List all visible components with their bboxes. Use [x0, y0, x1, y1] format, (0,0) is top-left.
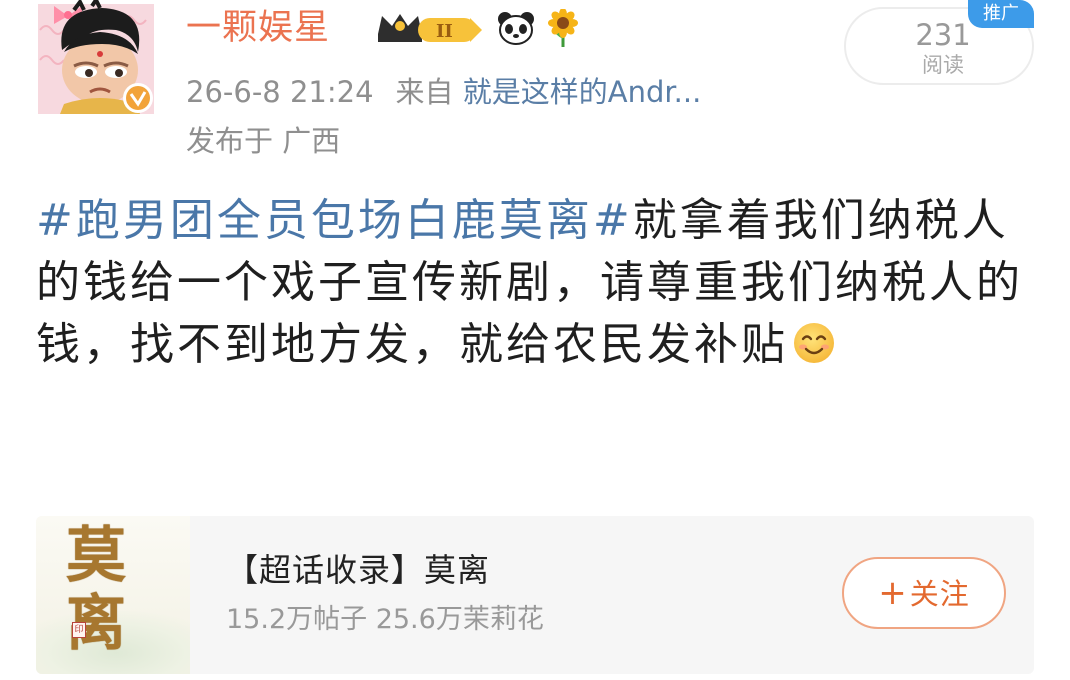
- post-text: #跑男团全员包场白鹿莫离#就拿着我们纳税人的钱给一个戏子宣传新剧，请尊重我们纳税…: [36, 190, 1046, 376]
- smile-emoji-icon: [792, 320, 836, 364]
- username[interactable]: 一颗娱星: [186, 6, 330, 50]
- supertopic-cover-image: 莫离 印: [36, 516, 190, 674]
- source-link[interactable]: 就是这样的Andr...: [463, 75, 702, 109]
- read-count: 231: [915, 18, 971, 52]
- svg-text:II: II: [436, 21, 453, 42]
- supertopic-title[interactable]: 【超话收录】莫离: [226, 550, 490, 590]
- seal-stamp-icon: 印: [72, 622, 86, 638]
- source-prefix: 来自: [395, 75, 454, 109]
- user-badges: II: [374, 8, 580, 52]
- supertopic-card[interactable]: 莫离 印 【超话收录】莫离 15.2万帖子 25.6万茉莉花 +关注: [36, 516, 1034, 674]
- plus-icon: +: [878, 573, 908, 613]
- promoted-badge: 推广: [968, 0, 1034, 28]
- post-meta: 26-6-8 21:24 来自 就是这样的Andr...: [186, 72, 701, 112]
- crown-level-II-icon[interactable]: II: [374, 8, 486, 52]
- hashtag-link[interactable]: #跑男团全员包场白鹿莫离#: [36, 195, 633, 246]
- avatar[interactable]: [34, 0, 158, 116]
- timestamp: 26-6-8 21:24: [186, 75, 374, 109]
- supertopic-stats: 15.2万帖子 25.6万茉莉花: [226, 604, 544, 635]
- panda-icon: [496, 10, 536, 50]
- sunflower-icon: [546, 8, 580, 51]
- read-label: 阅读: [922, 53, 964, 77]
- post-location: 发布于 广西: [186, 124, 341, 158]
- follow-button[interactable]: +关注: [842, 557, 1006, 629]
- follow-label: 关注: [909, 577, 970, 611]
